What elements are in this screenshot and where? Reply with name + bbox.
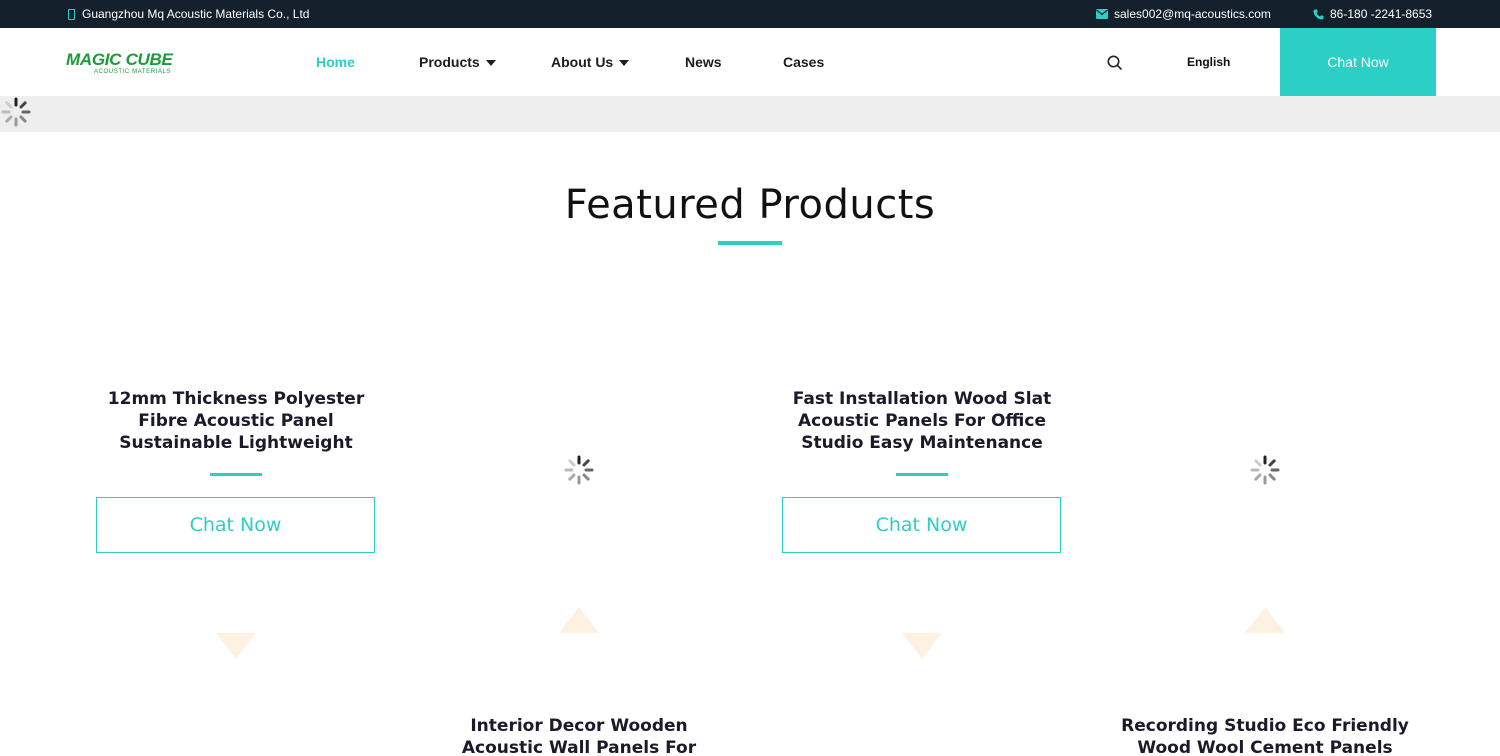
language-label: English (1187, 55, 1231, 69)
nav-about-label: About Us (551, 54, 614, 70)
chat-now-button[interactable]: Chat Now (96, 497, 375, 553)
header-chat-label: Chat Now (1327, 54, 1389, 70)
main-header: MAGIC CUBE ACOUSTIC MATERIALS Home Produ… (0, 28, 1500, 96)
spinner-icon (1, 97, 31, 127)
product-title[interactable]: Interior Decor Wooden Acoustic Wall Pane… (429, 715, 729, 756)
decorative-triangle (559, 607, 599, 633)
title-underline (718, 241, 782, 245)
banner-placeholder (0, 96, 1500, 132)
phone-number[interactable]: 86-180 -2241-8653 (1330, 7, 1432, 21)
caret-down-icon (619, 60, 630, 66)
spinner-icon (1250, 455, 1280, 485)
logo-subtitle: ACOUSTIC MATERIALS (94, 69, 172, 75)
product-title[interactable]: Fast Installation Wood Slat Acoustic Pan… (782, 388, 1062, 454)
decorative-triangle (216, 633, 256, 659)
phone-icon (1313, 9, 1324, 19)
nav-about-us[interactable]: About Us (551, 28, 630, 96)
company-info: Guangzhou Mq Acoustic Materials Co., Ltd (68, 0, 309, 28)
nav-news-label: News (685, 54, 722, 70)
language-selector[interactable]: English (1187, 28, 1230, 96)
nav-products[interactable]: Products (419, 28, 496, 96)
caret-down-icon (485, 60, 496, 66)
mobile-icon (68, 8, 75, 20)
chat-now-label: Chat Now (875, 514, 968, 536)
top-bar: Guangzhou Mq Acoustic Materials Co., Ltd… (0, 0, 1500, 28)
product-title[interactable]: 12mm Thickness Polyester Fibre Acoustic … (96, 388, 376, 454)
email-link[interactable]: sales002@mq-acoustics.com (1114, 7, 1271, 21)
nav-cases[interactable]: Cases (783, 28, 824, 96)
email-contact[interactable]: sales002@mq-acoustics.com (1096, 0, 1271, 28)
chat-now-label: Chat Now (189, 514, 282, 536)
phone-contact[interactable]: 86-180 -2241-8653 (1313, 0, 1432, 28)
nav-cases-label: Cases (783, 54, 825, 70)
envelope-icon (1096, 9, 1108, 19)
search-button[interactable] (1106, 54, 1124, 72)
decorative-triangle (902, 633, 942, 659)
decorative-triangle (1245, 607, 1285, 633)
section-title: Featured Products (564, 182, 936, 228)
company-name: Guangzhou Mq Acoustic Materials Co., Ltd (82, 7, 310, 21)
nav-news[interactable]: News (685, 28, 722, 96)
logo-text: MAGIC CUBE (66, 50, 173, 69)
card-divider (210, 473, 262, 476)
product-card[interactable]: Fast Installation Wood Slat Acoustic Pan… (782, 388, 1062, 454)
nav-products-label: Products (419, 54, 480, 70)
chat-now-button[interactable]: Chat Now (782, 497, 1061, 553)
product-card[interactable]: 12mm Thickness Polyester Fibre Acoustic … (96, 388, 376, 454)
spinner-icon (564, 455, 594, 485)
nav-home[interactable]: Home (316, 28, 355, 96)
nav-home-label: Home (316, 54, 355, 70)
search-icon (1107, 55, 1122, 70)
header-chat-now-button[interactable]: Chat Now (1280, 28, 1436, 96)
product-title[interactable]: Recording Studio Eco Friendly Wood Wool … (1115, 715, 1415, 756)
logo[interactable]: MAGIC CUBE ACOUSTIC MATERIALS (66, 50, 190, 78)
card-divider (896, 473, 948, 476)
